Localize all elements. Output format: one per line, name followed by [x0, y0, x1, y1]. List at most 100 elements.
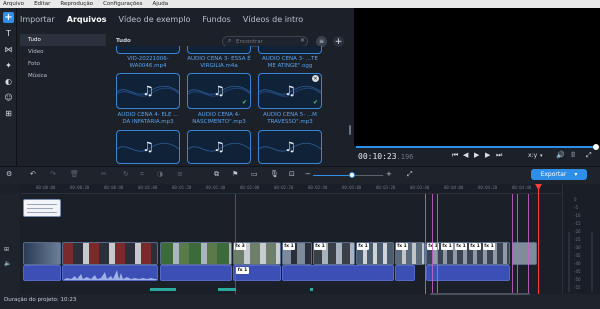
skip-end-icon[interactable]: ⏭ [496, 151, 502, 160]
transitions-icon[interactable]: ⋈ [3, 44, 14, 55]
play-icon[interactable]: ▶ [474, 151, 479, 159]
fx-badge[interactable]: fx 1 [469, 243, 481, 250]
next-frame-icon[interactable]: ▶ [485, 151, 490, 159]
timeline-marker[interactable] [432, 194, 433, 294]
timeline-marker[interactable] [528, 194, 529, 294]
title-clip[interactable] [23, 199, 61, 217]
webcam-icon[interactable]: ⊡ [289, 170, 295, 178]
audio-clip[interactable] [282, 265, 394, 281]
fx-badge[interactable]: fx 1 [455, 243, 467, 250]
redo-icon[interactable]: ↷ [50, 170, 56, 178]
media-tile[interactable]: ♫ ✕ ✔ [258, 73, 322, 109]
flag-icon[interactable]: ⚑ [232, 170, 238, 178]
tab-fundos[interactable]: Fundos [202, 15, 230, 24]
zoom-slider-handle[interactable] [348, 172, 355, 178]
track-settings-icon[interactable]: ⚙ [6, 170, 12, 178]
fullscreen-icon[interactable]: ⤢ [586, 151, 592, 160]
menu-reproducao[interactable]: Reprodução [60, 0, 93, 8]
aspect-dropdown-icon[interactable]: ▾ [540, 153, 543, 159]
split-icon[interactable]: ⧉ [214, 170, 219, 179]
audio-clip[interactable] [395, 265, 415, 281]
media-tile[interactable] [187, 46, 251, 54]
rotate-icon[interactable]: ↻ [123, 170, 129, 178]
media-tile[interactable]: ♫ [116, 130, 180, 164]
filters-icon[interactable]: ◐ [3, 76, 14, 87]
music-clip[interactable] [218, 288, 236, 291]
timeline-marker[interactable] [235, 194, 236, 294]
video-track-lock-icon[interactable]: ⊞ [4, 246, 9, 253]
media-caption: AUDIO CENA 5- ...M TRAVESSO".mp3 [263, 112, 317, 125]
seek-handle[interactable] [593, 144, 599, 150]
clip-properties-icon[interactable]: ≡ [177, 170, 183, 178]
media-tile[interactable]: ♫ [187, 130, 251, 164]
audio-clip[interactable] [23, 265, 61, 281]
crop-icon[interactable]: ⌗ [140, 170, 144, 179]
tab-video-de-exemplo[interactable]: Vídeo de exemplo [119, 15, 191, 24]
insert-icon[interactable]: ▭ [251, 170, 258, 178]
zoom-in-icon[interactable]: + [386, 170, 392, 178]
more-tools-icon[interactable]: ⊞ [3, 108, 14, 119]
media-scrollbar[interactable] [349, 125, 351, 135]
tab-importar[interactable]: Importar [20, 15, 55, 24]
fx-badge[interactable]: fx 1 [236, 267, 249, 274]
media-tile[interactable]: ♫ [258, 130, 322, 164]
video-clip[interactable] [23, 242, 61, 265]
cut-icon[interactable]: ✂ [101, 170, 107, 178]
color-adjust-icon[interactable]: ◑ [157, 170, 163, 178]
category-tudo[interactable]: Tudo [20, 34, 106, 46]
add-files-icon[interactable]: + [3, 12, 14, 23]
add-media-button[interactable]: + [333, 36, 344, 47]
fx-badge[interactable]: fx 1 [483, 243, 495, 250]
video-clip[interactable] [160, 242, 232, 265]
timeline-scrollbar[interactable] [430, 293, 530, 295]
fx-badge[interactable]: fx 1 [441, 243, 453, 250]
skip-start-icon[interactable]: ⏮ [452, 151, 458, 160]
audio-track-mute-icon[interactable]: 🔈 [4, 260, 11, 267]
video-clip[interactable] [62, 242, 158, 265]
tab-videos-de-intro[interactable]: Vídeos de intro [243, 15, 303, 24]
clear-search-icon[interactable]: ✕ [300, 37, 305, 44]
export-button[interactable]: Exportar ▾ [531, 169, 587, 180]
category-foto[interactable]: Foto [20, 58, 106, 70]
timeline-marker[interactable] [425, 194, 426, 294]
timeline-marker[interactable] [517, 194, 518, 294]
tab-arquivos[interactable]: Arquivos [67, 15, 107, 24]
audio-clip[interactable] [426, 265, 510, 281]
export-dropdown-icon[interactable]: ▾ [574, 171, 577, 178]
delete-icon[interactable]: 🗑 [70, 170, 79, 178]
media-tile[interactable] [116, 46, 180, 54]
music-clip[interactable] [310, 288, 313, 291]
text-icon[interactable]: T [3, 28, 14, 39]
undo-icon[interactable]: ↶ [30, 170, 36, 178]
media-tile[interactable] [258, 46, 322, 54]
stickers-icon[interactable]: ☺ [3, 92, 14, 103]
menu-arquivo[interactable]: Arquivo [3, 0, 24, 8]
video-clip[interactable] [512, 242, 537, 265]
fx-badge[interactable]: fx 1 [396, 243, 408, 250]
media-tile[interactable]: ♫ [116, 73, 180, 109]
fit-timeline-icon[interactable]: ⤢ [407, 170, 413, 179]
fx-badge[interactable]: fx 1 [283, 243, 295, 250]
fx-badge[interactable]: fx 1 [314, 243, 326, 250]
record-voice-icon[interactable]: 🎙 [270, 170, 279, 178]
menu-configuracoes[interactable]: Configurações [103, 0, 142, 8]
category-musica[interactable]: Música [20, 70, 106, 82]
zoom-out-icon[interactable]: − [305, 170, 311, 178]
volume-icon[interactable]: 🔊 [556, 151, 565, 159]
prev-frame-icon[interactable]: ◀ [463, 151, 468, 159]
effects-icon[interactable]: ✦ [3, 60, 14, 71]
snapshot-icon[interactable]: ⌷ [571, 151, 575, 160]
music-clip[interactable] [150, 288, 176, 291]
audio-clip[interactable] [160, 265, 232, 281]
timeline-marker[interactable] [437, 194, 438, 294]
media-tile[interactable]: ♫ ✔ [187, 73, 251, 109]
fx-badge[interactable]: fx 1 [357, 243, 369, 250]
remove-media-icon[interactable]: ✕ [312, 75, 319, 82]
menu-ajuda[interactable]: Ajuda [152, 0, 168, 8]
playhead[interactable] [538, 184, 539, 294]
menu-editar[interactable]: Editar [34, 0, 50, 8]
category-video[interactable]: Vídeo [20, 46, 106, 58]
audio-clip[interactable] [62, 265, 158, 281]
timeline-marker[interactable] [512, 194, 513, 294]
aspect-ratio-select[interactable]: x:y [528, 152, 537, 159]
